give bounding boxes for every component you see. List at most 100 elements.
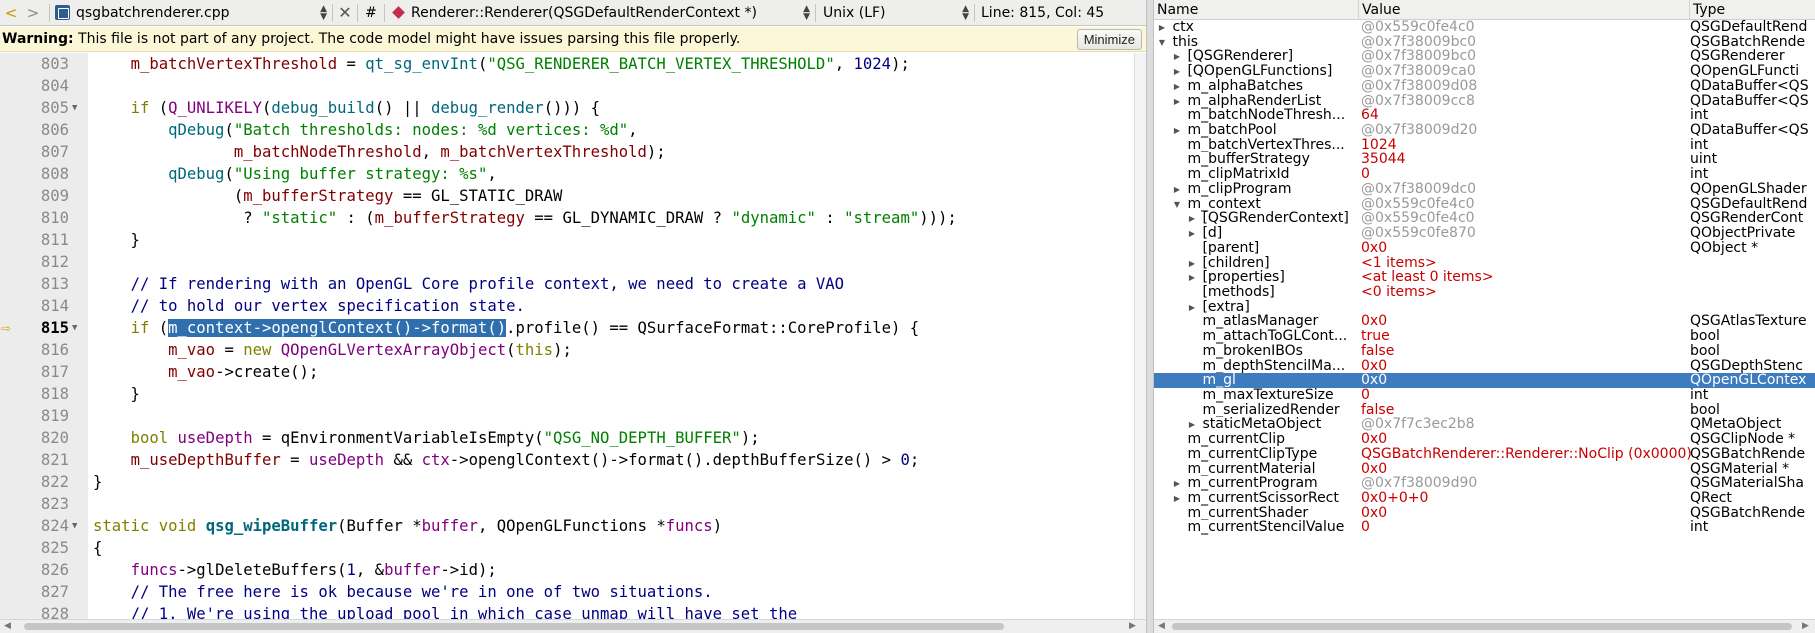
- locals-row[interactable]: ▼ m_context @0x559c0fe4c0 QSGDefaultRend: [1154, 197, 1815, 212]
- code-line[interactable]: 807 m_batchNodeThreshold, m_batchVertexT…: [0, 141, 1134, 163]
- locals-row[interactable]: ▶ [extra]: [1154, 300, 1815, 315]
- locals-row[interactable]: ▶ [d] @0x559c0fe870 QObjectPrivate: [1154, 226, 1815, 241]
- code-line[interactable]: 804: [0, 75, 1134, 97]
- locals-row[interactable]: [methods] <0 items>: [1154, 285, 1815, 300]
- locals-row[interactable]: m_currentStencilValue 0 int: [1154, 520, 1815, 535]
- expand-icon[interactable]: ▶: [1171, 492, 1183, 507]
- scroll-right-icon[interactable]: ▶: [1129, 620, 1136, 633]
- code-text[interactable]: qDebug("Batch thresholds: nodes: %d vert…: [93, 119, 637, 141]
- code-line[interactable]: 806 qDebug("Batch thresholds: nodes: %d …: [0, 119, 1134, 141]
- expand-icon[interactable]: ▶: [1171, 183, 1183, 198]
- code-text[interactable]: // The free here is ok because we're in …: [93, 581, 713, 603]
- locals-row[interactable]: m_clipMatrixId 0 int: [1154, 167, 1815, 182]
- horizontal-scrollbar[interactable]: ◀ ▶: [0, 619, 1146, 633]
- expand-icon[interactable]: ▶: [1186, 271, 1198, 286]
- code-text[interactable]: // 1. We're using the upload pool in whi…: [93, 603, 798, 619]
- locals-row[interactable]: ▶ m_batchPool @0x7f38009d20 QDataBuffer<QS: [1154, 123, 1815, 138]
- vertical-scrollbar[interactable]: [1134, 53, 1146, 619]
- file-selector[interactable]: qsgbatchrenderer.cpp ▲ ▼: [55, 0, 327, 26]
- code-line[interactable]: 827 // The free here is ok because we're…: [0, 581, 1134, 603]
- code-line[interactable]: 811 }: [0, 229, 1134, 251]
- code-line[interactable]: 808 qDebug("Using buffer strategy: %s",: [0, 163, 1134, 185]
- collapse-icon[interactable]: ▼: [1171, 198, 1183, 213]
- code-text[interactable]: }: [93, 229, 140, 251]
- expand-icon[interactable]: ▶: [1171, 50, 1183, 65]
- code-line[interactable]: 818 }: [0, 383, 1134, 405]
- code-text[interactable]: qDebug("Using buffer strategy: %s",: [93, 163, 497, 185]
- locals-row[interactable]: m_atlasManager 0x0 QSGAtlasTexture: [1154, 314, 1815, 329]
- column-header-value[interactable]: Value: [1359, 0, 1690, 20]
- symbol-selector[interactable]: Renderer::Renderer(QSGDefaultRenderConte…: [390, 0, 810, 26]
- code-text[interactable]: bool useDepth = qEnvironmentVariableIsEm…: [93, 427, 760, 449]
- code-line[interactable]: 813 // If rendering with an OpenGL Core …: [0, 273, 1134, 295]
- locals-row[interactable]: m_batchNodeThresh... 64 int: [1154, 108, 1815, 123]
- locals-row[interactable]: ▶ [children] <1 items>: [1154, 256, 1815, 271]
- code-text[interactable]: if (Q_UNLIKELY(debug_build() || debug_re…: [93, 97, 600, 119]
- close-file-button[interactable]: ✕: [338, 0, 352, 26]
- locals-row[interactable]: m_brokenIBOs false bool: [1154, 344, 1815, 359]
- locals-row[interactable]: ▶ m_alphaRenderList @0x7f38009cc8 QDataBuf…: [1154, 94, 1815, 109]
- fold-marker-icon[interactable]: ▼: [72, 97, 77, 119]
- horizontal-scrollbar[interactable]: ◀ ▶: [1154, 619, 1815, 633]
- expand-icon[interactable]: ▶: [1171, 477, 1183, 492]
- locals-row[interactable]: m_currentClipType QSGBatchRenderer::Rende…: [1154, 447, 1815, 462]
- locals-row[interactable]: ▶ m_clipProgram @0x7f38009dc0 QOpenGLShade…: [1154, 182, 1815, 197]
- code-text[interactable]: (m_bufferStrategy == GL_STATIC_DRAW: [93, 185, 563, 207]
- locals-row[interactable]: ▶ [QSGRenderContext] @0x559c0fe4c0 QSGRend…: [1154, 211, 1815, 226]
- code-area[interactable]: 803 m_batchVertexThreshold = qt_sg_envIn…: [0, 53, 1134, 619]
- expand-icon[interactable]: ▶: [1171, 95, 1183, 110]
- code-text[interactable]: m_useDepthBuffer = useDepth && ctx->open…: [93, 449, 920, 471]
- locals-row[interactable]: ▶ m_alphaBatches @0x7f38009d08 QDataBuffer…: [1154, 79, 1815, 94]
- code-text[interactable]: // If rendering with an OpenGL Core prof…: [93, 273, 845, 295]
- code-text[interactable]: static void qsg_wipeBuffer(Buffer *buffe…: [93, 515, 722, 537]
- code-text[interactable]: m_vao->create();: [93, 361, 318, 383]
- back-icon[interactable]: <: [0, 0, 22, 26]
- expand-icon[interactable]: ▶: [1171, 124, 1183, 139]
- expand-icon[interactable]: ▶: [1186, 227, 1198, 242]
- code-line[interactable]: ⇨ 815 ▼ if (m_context->openglContext()->fo…: [0, 317, 1134, 339]
- scroll-left-icon[interactable]: ◀: [1158, 620, 1165, 633]
- locals-row[interactable]: m_gl 0x0 QOpenGLContex: [1154, 373, 1815, 388]
- code-text[interactable]: m_batchVertexThreshold = qt_sg_envInt("Q…: [93, 53, 910, 75]
- scrollbar-thumb[interactable]: [1172, 623, 1792, 630]
- code-line[interactable]: 824 ▼ static void qsg_wipeBuffer(Buffer *b…: [0, 515, 1134, 537]
- scroll-right-icon[interactable]: ▶: [1802, 620, 1809, 633]
- locals-row[interactable]: m_maxTextureSize 0 int: [1154, 388, 1815, 403]
- locals-row[interactable]: m_bufferStrategy 35044 uint: [1154, 152, 1815, 167]
- expand-icon[interactable]: ▶: [1186, 418, 1198, 433]
- locals-row[interactable]: m_serializedRender false bool: [1154, 403, 1815, 418]
- locals-row[interactable]: ▶ m_currentScissorRect 0x0+0+0 QRect: [1154, 491, 1815, 506]
- locals-row[interactable]: ▶ [properties] <at least 0 items>: [1154, 270, 1815, 285]
- expand-icon[interactable]: ▶: [1171, 80, 1183, 95]
- expand-icon[interactable]: ▶: [1186, 257, 1198, 272]
- code-text[interactable]: {: [93, 537, 102, 559]
- collapse-icon[interactable]: ▼: [1156, 36, 1168, 51]
- code-line[interactable]: 812: [0, 251, 1134, 273]
- locals-row[interactable]: ▶ m_currentProgram @0x7f38009d90 QSGMateri…: [1154, 476, 1815, 491]
- fold-marker-icon[interactable]: ▼: [72, 515, 77, 537]
- locals-row[interactable]: m_currentClip 0x0 QSGClipNode *: [1154, 432, 1815, 447]
- expand-icon[interactable]: ▶: [1186, 212, 1198, 227]
- code-line[interactable]: 817 m_vao->create();: [0, 361, 1134, 383]
- locals-row[interactable]: ▶ ctx @0x559c0fe4c0 QSGDefaultRend: [1154, 20, 1815, 35]
- cursor-position[interactable]: Line: 815, Col: 45: [980, 0, 1104, 26]
- scrollbar-thumb[interactable]: [24, 623, 1004, 630]
- code-line[interactable]: 809 (m_bufferStrategy == GL_STATIC_DRAW: [0, 185, 1134, 207]
- code-line[interactable]: 805 ▼ if (Q_UNLIKELY(debug_build() || deb…: [0, 97, 1134, 119]
- locals-row[interactable]: m_attachToGLCont... true bool: [1154, 329, 1815, 344]
- code-line[interactable]: 821 m_useDepthBuffer = useDepth && ctx->…: [0, 449, 1134, 471]
- code-text[interactable]: ? "static" : (m_bufferStrategy == GL_DYN…: [93, 207, 957, 229]
- code-line[interactable]: 803 m_batchVertexThreshold = qt_sg_envIn…: [0, 53, 1134, 75]
- code-line[interactable]: 819: [0, 405, 1134, 427]
- locals-row[interactable]: m_currentShader 0x0 QSGBatchRende: [1154, 506, 1815, 521]
- locals-row[interactable]: m_currentMaterial 0x0 QSGMaterial *: [1154, 462, 1815, 477]
- code-text[interactable]: }: [93, 383, 140, 405]
- code-line[interactable]: 816 m_vao = new QOpenGLVertexArrayObject…: [0, 339, 1134, 361]
- pane-splitter[interactable]: [1146, 0, 1154, 633]
- locals-row[interactable]: ▶ staticMetaObject @0x7f7c3ec2b8 QMetaObje…: [1154, 417, 1815, 432]
- code-line[interactable]: 825 {: [0, 537, 1134, 559]
- code-line[interactable]: 814 // to hold our vertex specification …: [0, 295, 1134, 317]
- code-line[interactable]: 822}: [0, 471, 1134, 493]
- code-line[interactable]: 810 ? "static" : (m_bufferStrategy == GL…: [0, 207, 1134, 229]
- code-line[interactable]: 820 bool useDepth = qEnvironmentVariable…: [0, 427, 1134, 449]
